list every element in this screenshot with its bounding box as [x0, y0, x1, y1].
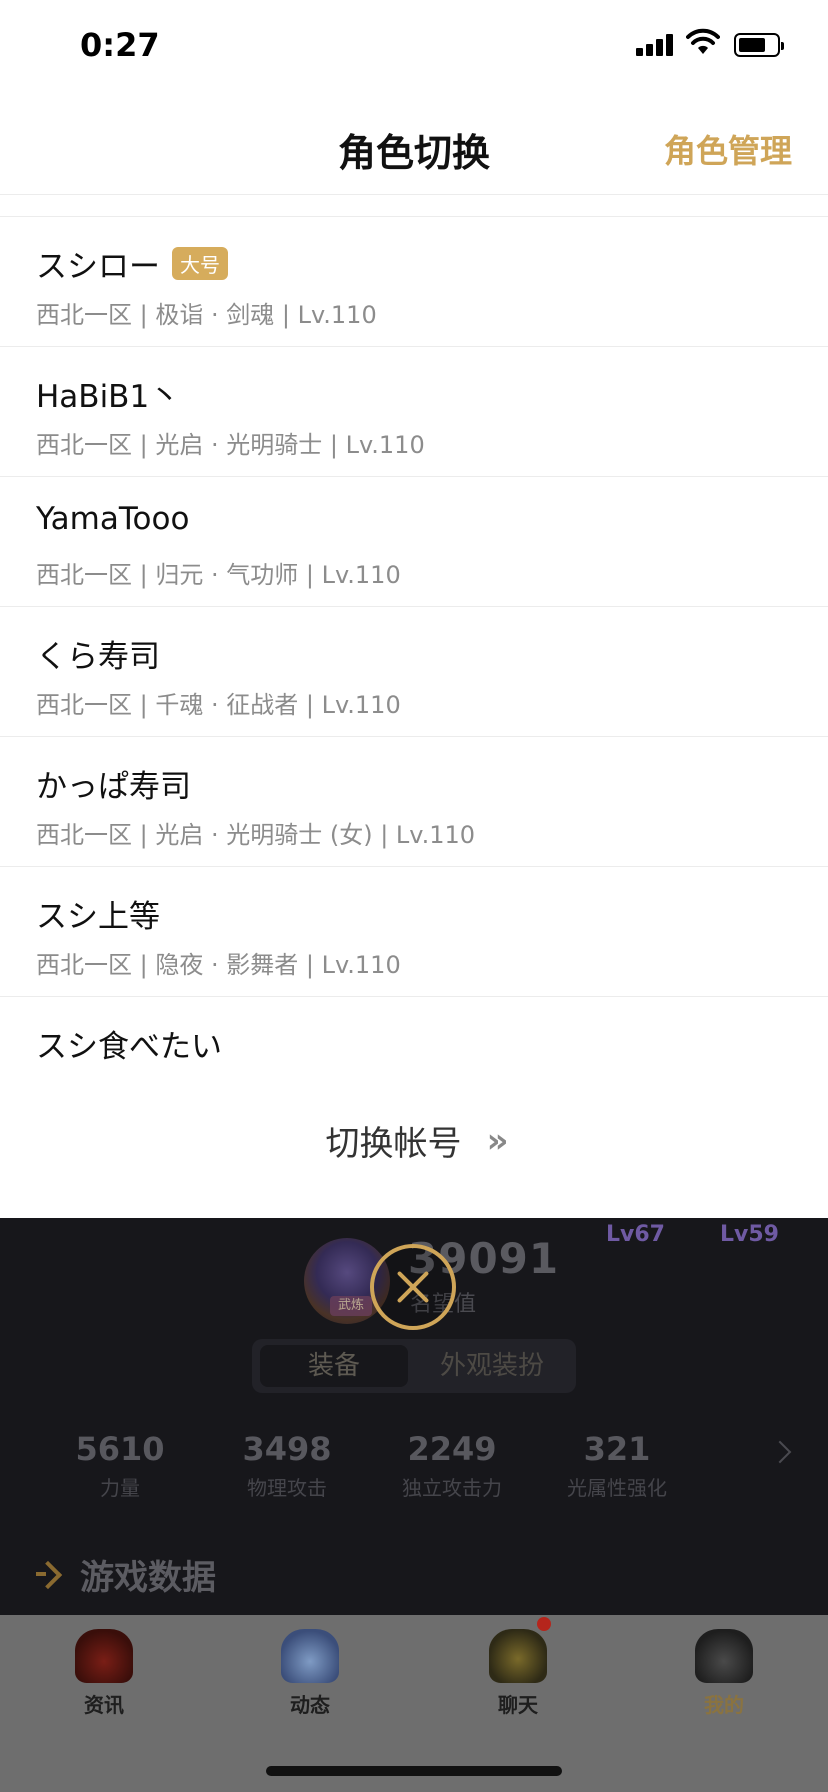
- role-item[interactable]: HaBiB1丶 西北一区 | 光启 · 光明骑士 | Lv.110: [0, 347, 828, 477]
- stat-value: 3498: [242, 1430, 332, 1468]
- role-name: YamaTooo: [36, 501, 190, 537]
- close-icon[interactable]: [370, 1244, 456, 1330]
- home-indicator: [266, 1766, 562, 1776]
- status-time: 0:27: [80, 26, 160, 64]
- stat-item: 5610 力量: [40, 1430, 200, 1501]
- stat-item: 3498 物理攻击: [207, 1430, 367, 1501]
- tab-label: 我的: [704, 1693, 744, 1717]
- role-manage-button[interactable]: 角色管理: [664, 126, 792, 172]
- tab-me[interactable]: 我的: [654, 1629, 794, 1718]
- feed-avatar-icon: [281, 1629, 339, 1683]
- tab-label: 动态: [290, 1693, 330, 1717]
- role-item[interactable]: スシ上等 西北一区 | 隐夜 · 影舞者 | Lv.110: [0, 867, 828, 997]
- role-name: かっぱ寿司: [36, 769, 191, 805]
- tab-label: 资讯: [84, 1693, 124, 1717]
- tab-feed[interactable]: 动态: [240, 1629, 380, 1718]
- stat-item: 321 光属性强化: [537, 1430, 697, 1501]
- role-item[interactable]: くら寿司 西北一区 | 千魂 · 征战者 | Lv.110: [0, 607, 828, 737]
- arrow-right-icon: [36, 1559, 66, 1589]
- battery-icon: [734, 33, 784, 57]
- main-account-badge: 大号: [172, 247, 228, 280]
- stats-row: 5610 力量 3498 物理攻击 2249 独立攻击力 321 光属性强化: [0, 1430, 828, 1500]
- tab-label: 聊天: [498, 1693, 538, 1717]
- role-meta: 西北一区 | 千魂 · 征战者 | Lv.110: [36, 691, 401, 719]
- role-name: HaBiB1丶: [36, 379, 181, 415]
- switch-account-button[interactable]: 切换帐号 »: [0, 1116, 828, 1165]
- role-item[interactable]: スシ食べたい: [0, 997, 828, 1076]
- emblem-tag: 武炼: [330, 1296, 372, 1316]
- level-label: Lv67: [606, 1222, 665, 1247]
- profile-segmented-control: 装备 外观装扮: [252, 1339, 576, 1393]
- section-title-text: 游戏数据: [80, 1557, 216, 1598]
- stat-label: 光属性强化: [567, 1476, 667, 1500]
- stat-value: 2249: [407, 1430, 497, 1468]
- cellular-signal-icon: [636, 34, 674, 56]
- role-item[interactable]: スシロー 大号 西北一区 | 极诣 · 剑魂 | Lv.110: [0, 217, 828, 347]
- role-switch-sheet: 0:27 角色切换 角色管理 スシロー 大号 西北一区 | 极诣 · 剑魂 | …: [0, 0, 828, 1218]
- double-chevron-right-icon: »: [486, 1120, 509, 1161]
- role-name: スシ上等: [36, 899, 160, 935]
- role-item[interactable]: YamaTooo 西北一区 | 归元 · 气功师 | Lv.110: [0, 477, 828, 607]
- me-avatar-icon: [695, 1629, 753, 1683]
- stat-value: 5610: [75, 1430, 165, 1468]
- role-list[interactable]: スシロー 大号 西北一区 | 极诣 · 剑魂 | Lv.110 HaBiB1丶 …: [0, 216, 828, 1076]
- level-label: Lv59: [720, 1222, 779, 1247]
- tab-equipment[interactable]: 装备: [260, 1345, 408, 1387]
- role-meta: 西北一区 | 归元 · 气功师 | Lv.110: [36, 561, 401, 589]
- nav-bar: 角色切换 角色管理: [0, 100, 828, 190]
- news-avatar-icon: [75, 1629, 133, 1683]
- stat-value: 321: [583, 1430, 651, 1468]
- divider: [0, 194, 828, 195]
- switch-account-label: 切换帐号: [325, 1124, 462, 1164]
- role-meta: 西北一区 | 隐夜 · 影舞者 | Lv.110: [36, 951, 401, 979]
- role-name: くら寿司: [36, 639, 160, 675]
- tab-chat[interactable]: 聊天: [448, 1617, 588, 1718]
- notification-dot: [537, 1617, 551, 1631]
- tab-appearance[interactable]: 外观装扮: [414, 1345, 570, 1387]
- role-item[interactable]: かっぱ寿司 西北一区 | 光启 · 光明骑士 (女) | Lv.110: [0, 737, 828, 867]
- stat-item: 2249 独立攻击力: [372, 1430, 532, 1501]
- section-title: 游戏数据: [36, 1552, 216, 1598]
- stat-label: 物理攻击: [247, 1476, 327, 1500]
- tab-news[interactable]: 资讯: [34, 1629, 174, 1718]
- role-meta: 西北一区 | 光启 · 光明骑士 (女) | Lv.110: [36, 821, 476, 849]
- role-name: スシロー: [36, 249, 160, 285]
- role-meta: 西北一区 | 极诣 · 剑魂 | Lv.110: [36, 301, 377, 329]
- chat-avatar-icon: [489, 1617, 551, 1683]
- status-bar: 0:27: [0, 0, 828, 90]
- role-meta: 西北一区 | 光启 · 光明骑士 | Lv.110: [36, 431, 425, 459]
- stat-label: 独立攻击力: [402, 1476, 502, 1500]
- stat-label: 力量: [100, 1476, 140, 1500]
- wifi-icon: [686, 28, 720, 54]
- role-name: スシ食べたい: [36, 1029, 222, 1065]
